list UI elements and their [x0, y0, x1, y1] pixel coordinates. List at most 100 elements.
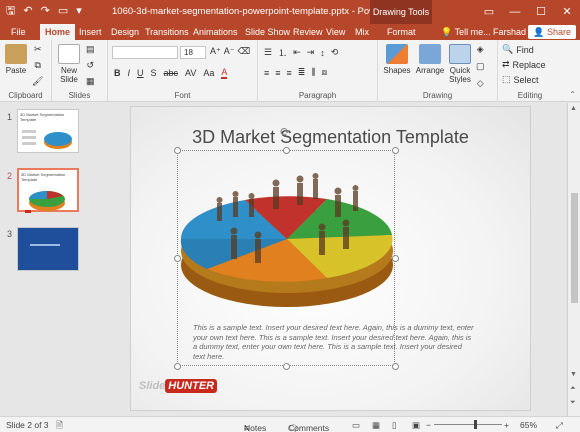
minimize-icon[interactable]: — — [502, 0, 528, 24]
maximize-icon[interactable]: ☐ — [528, 0, 554, 24]
format-painter-icon[interactable]: 🖌 — [32, 76, 43, 87]
justify-icon[interactable]: ≣ — [298, 67, 306, 78]
tab-view[interactable]: View — [321, 24, 350, 40]
smartart-icon[interactable]: ⧈ — [321, 67, 327, 78]
reading-view-icon[interactable]: ▯ — [392, 420, 397, 431]
shape-outline-icon[interactable]: ▢ — [476, 61, 485, 72]
font-color-button[interactable]: A — [221, 67, 228, 79]
shadow-button[interactable]: S — [151, 68, 157, 78]
columns-icon[interactable]: ⫼ — [311, 67, 315, 78]
copy-icon[interactable]: ⧉ — [35, 60, 41, 71]
change-case-button[interactable]: Aa — [203, 68, 214, 78]
normal-view-icon[interactable]: ▭ — [352, 420, 360, 431]
undo-icon[interactable]: ↶ — [23, 4, 32, 18]
select-button[interactable]: ⬚ Select — [502, 74, 539, 85]
spellcheck-icon[interactable]: 🗎 — [56, 420, 63, 432]
char-spacing-button[interactable]: AV — [185, 68, 196, 78]
zoom-out-icon[interactable]: − — [426, 420, 431, 430]
reset-icon[interactable]: ↺ — [86, 60, 94, 71]
section-icon[interactable]: ▦ — [86, 76, 95, 87]
italic-button[interactable]: I — [128, 68, 131, 78]
scroll-down-icon[interactable]: ▼ — [570, 371, 577, 378]
thumb-title-1: 3D Market Segmentation Template — [20, 112, 65, 122]
shape-effects-icon[interactable]: ◇ — [477, 78, 484, 89]
fit-slide-icon[interactable]: ⤢ — [556, 420, 563, 431]
line-spacing-icon[interactable]: ↕ — [320, 48, 325, 58]
tab-format[interactable]: Format — [382, 24, 421, 40]
increase-indent-icon[interactable]: ⇥ — [307, 47, 315, 58]
tab-transitions[interactable]: Transitions — [140, 24, 194, 40]
bold-button[interactable]: B — [114, 68, 121, 78]
rotate-handle-icon[interactable]: ⟳ — [280, 125, 290, 139]
font-name-dropdown[interactable] — [112, 46, 178, 59]
slide-thumbnail-1[interactable]: 3D Market Segmentation Template — [17, 109, 79, 153]
slide-body-text[interactable]: This is a sample text. Insert your desir… — [193, 323, 475, 361]
next-slide-icon[interactable]: ⏷ — [570, 399, 576, 407]
tab-file[interactable]: File — [6, 24, 31, 40]
ribbon-display-icon[interactable]: ▭ — [476, 0, 502, 24]
vertical-scrollbar[interactable]: ▲ ▼ ⏶ ⏷ — [567, 103, 580, 416]
arrange-button[interactable]: Arrange — [414, 44, 446, 75]
present-icon[interactable]: ▭ — [58, 4, 68, 18]
clear-format-icon[interactable]: ⌫ — [238, 46, 251, 57]
tab-home[interactable]: Home — [40, 24, 76, 40]
font-size-dropdown[interactable]: 18 — [180, 46, 206, 59]
tab-mix[interactable]: Mix — [350, 24, 374, 40]
zoom-level[interactable]: 65% — [520, 420, 537, 430]
tab-design[interactable]: Design — [106, 24, 144, 40]
numbering-icon[interactable]: ⒈ — [278, 46, 287, 59]
align-right-icon[interactable]: ≡ — [287, 68, 292, 78]
tab-slide-show[interactable]: Slide Show — [240, 24, 295, 40]
redo-icon[interactable]: ↷ — [41, 4, 50, 18]
bullets-icon[interactable]: ☰ — [264, 47, 272, 58]
align-left-icon[interactable]: ≡ — [264, 68, 269, 78]
resize-handle-sw[interactable] — [174, 363, 181, 370]
slide-thumbnail-3[interactable] — [17, 227, 79, 271]
collapse-ribbon-icon[interactable]: ⌃ — [569, 90, 576, 99]
scroll-up-icon[interactable]: ▲ — [570, 105, 577, 112]
slide-title[interactable]: 3D Market Segmentation Template — [131, 127, 530, 148]
zoom-in-icon[interactable]: + — [504, 420, 509, 430]
shrink-font-icon[interactable]: A⁻ — [224, 46, 235, 57]
cut-icon[interactable]: ✂ — [34, 44, 42, 55]
align-center-icon[interactable]: ≡ — [275, 68, 280, 78]
thumb-3-line — [30, 244, 60, 246]
slide-canvas[interactable]: 3D Market Segmentation Template ⟳ This i… — [130, 106, 531, 411]
zoom-slider-knob[interactable] — [474, 420, 477, 429]
resize-handle-ne[interactable] — [392, 147, 399, 154]
resize-handle-nw[interactable] — [174, 147, 181, 154]
slide-counter: Slide 2 of 3 — [6, 420, 49, 430]
resize-handle-e[interactable] — [392, 255, 399, 262]
paste-button[interactable]: Paste — [3, 44, 29, 75]
share-button[interactable]: 👤 Share — [528, 25, 576, 39]
layout-icon[interactable]: ▤ — [86, 44, 95, 55]
underline-button[interactable]: U — [137, 68, 144, 78]
new-slide-button[interactable]: New Slide — [56, 44, 82, 84]
zoom-slider[interactable] — [434, 424, 502, 425]
strikethrough-button[interactable]: abc — [164, 68, 179, 78]
slideshow-view-icon[interactable]: ▣ — [412, 420, 420, 431]
tab-insert[interactable]: Insert — [74, 24, 107, 40]
replace-button[interactable]: ⇄ Replace — [502, 59, 546, 70]
scrollbar-thumb[interactable] — [571, 193, 578, 303]
share-label: Share — [546, 27, 571, 37]
resize-handle-s[interactable] — [283, 363, 290, 370]
slide-thumbnail-2[interactable]: 3D Market Segmentation Template — [17, 168, 79, 213]
grow-font-icon[interactable]: A⁺ — [210, 46, 221, 57]
customize-qat-icon[interactable]: ▾ — [76, 4, 82, 18]
resize-handle-se[interactable] — [392, 363, 399, 370]
slide-sorter-icon[interactable]: ▦ — [372, 420, 380, 431]
tab-animations[interactable]: Animations — [188, 24, 243, 40]
shape-fill-icon[interactable]: ◈ — [477, 44, 484, 55]
resize-handle-n[interactable] — [283, 147, 290, 154]
text-direction-icon[interactable]: ⟲ — [331, 47, 339, 58]
tell-me-box[interactable]: 💡 Tell me... — [436, 24, 496, 40]
save-icon[interactable]: 🖫 — [6, 4, 15, 18]
shapes-button[interactable]: Shapes — [382, 44, 412, 75]
find-button[interactable]: 🔍 Find — [502, 44, 534, 55]
quick-styles-button[interactable]: Quick Styles — [446, 44, 474, 84]
close-icon[interactable]: ✕ — [554, 0, 580, 24]
decrease-indent-icon[interactable]: ⇤ — [293, 47, 301, 58]
resize-handle-w[interactable] — [174, 255, 181, 262]
previous-slide-icon[interactable]: ⏶ — [570, 385, 576, 393]
